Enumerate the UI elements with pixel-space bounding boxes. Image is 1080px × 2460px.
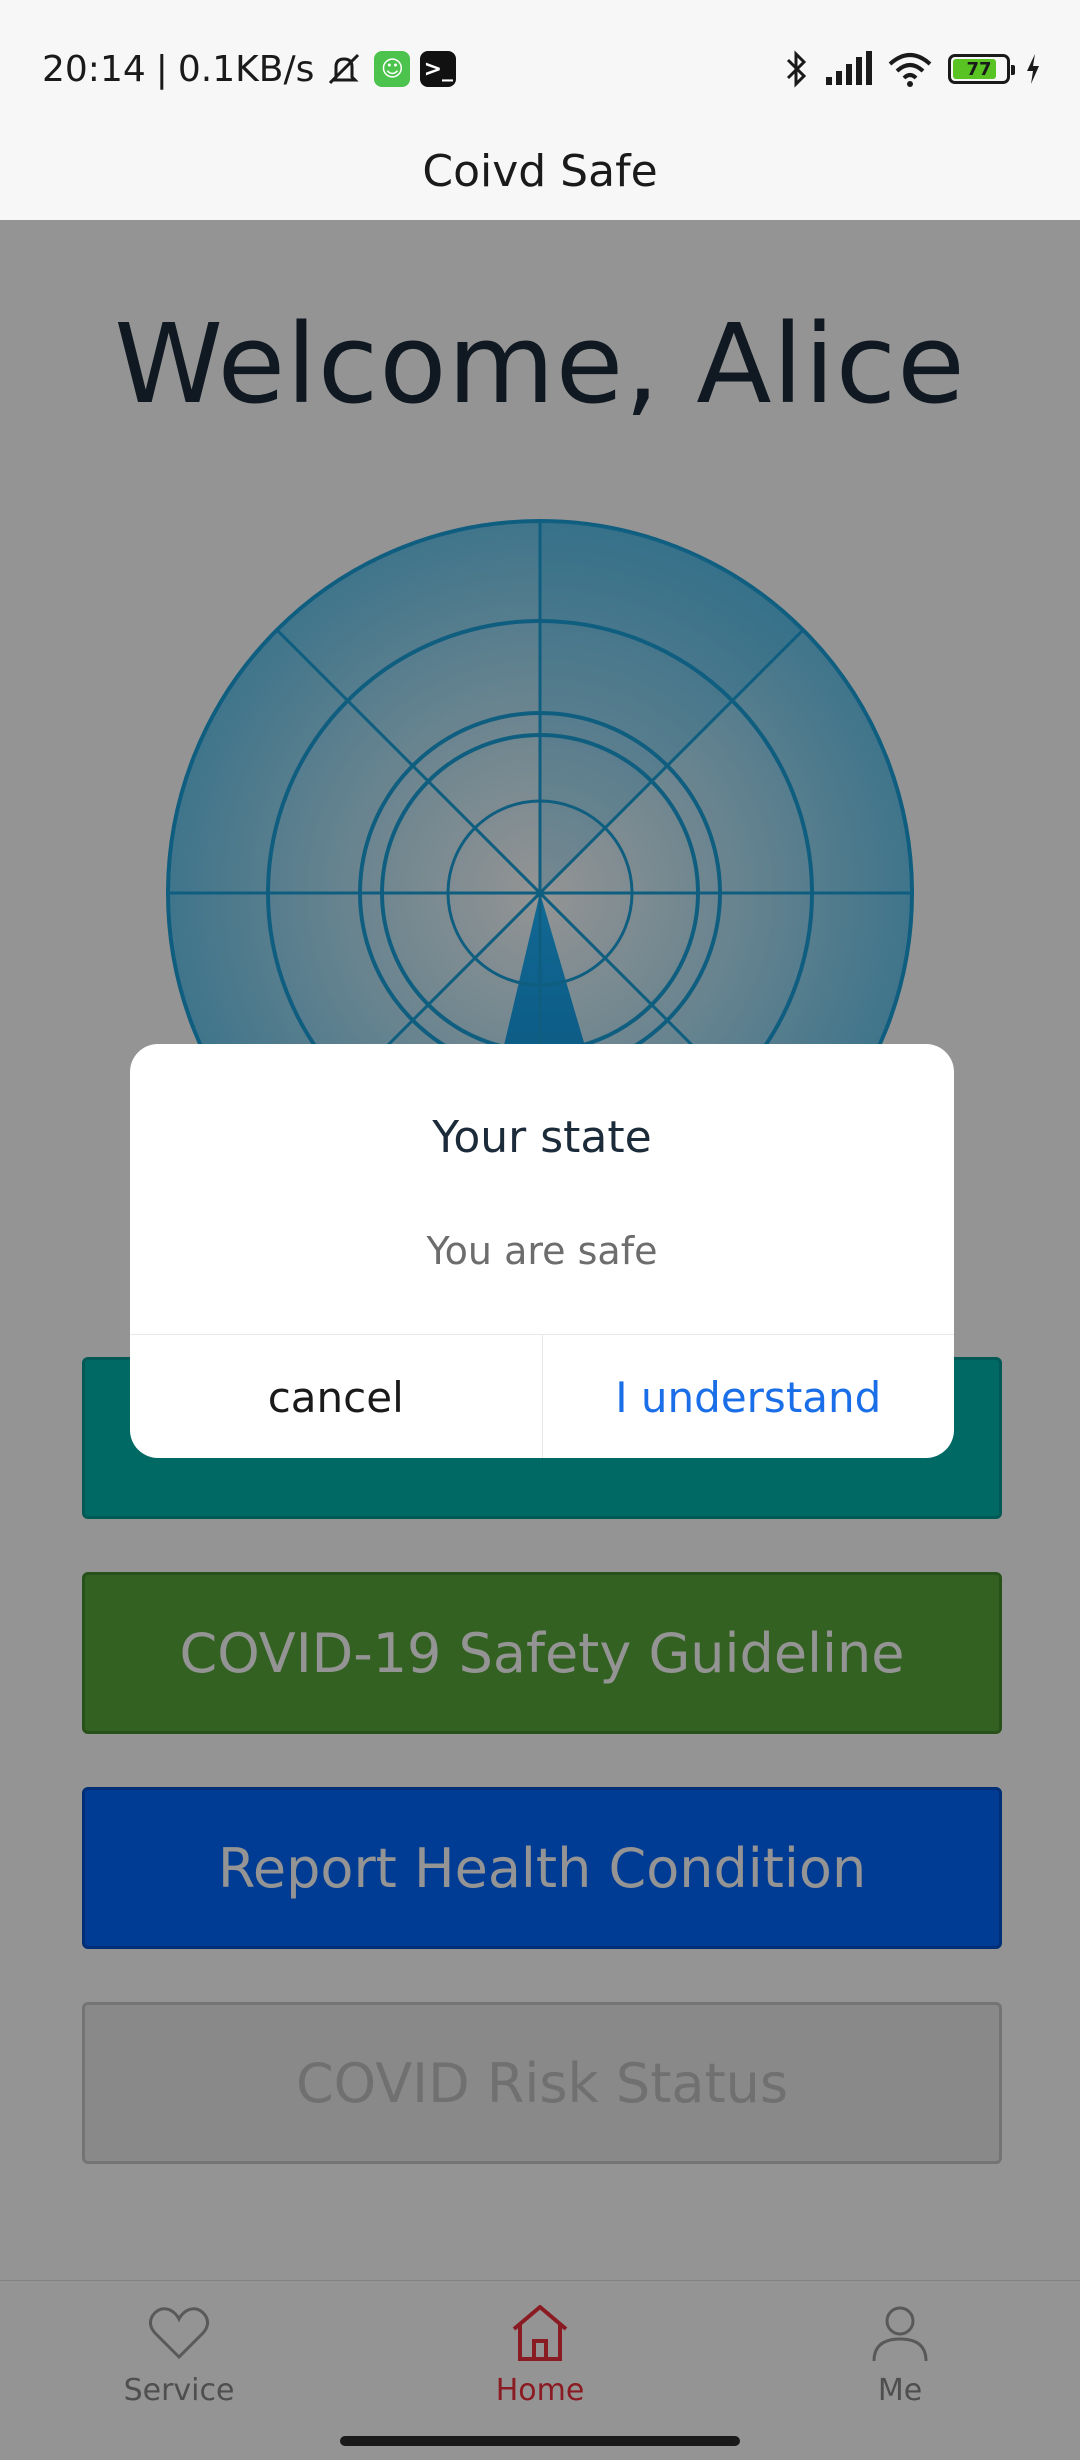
- battery-level-text: 77: [966, 58, 992, 80]
- app-title: Coivd Safe: [422, 145, 658, 197]
- understand-button[interactable]: I understand: [543, 1335, 955, 1458]
- status-right: 77: [784, 44, 1042, 94]
- battery-nub: [1011, 65, 1015, 75]
- wifi-icon: [888, 53, 932, 87]
- status-time: 20:14: [42, 48, 146, 90]
- charging-icon: [1027, 54, 1039, 84]
- dialog-title: Your state: [432, 1112, 652, 1163]
- status-separator: |: [155, 48, 168, 90]
- battery-icon: 77: [948, 54, 1015, 84]
- dialog-actions: cancel I understand: [130, 1334, 954, 1458]
- status-bar: 20:14 | 0.1KB/s ☺ >_ 77: [0, 0, 1080, 135]
- terminal-icon: >_: [420, 51, 457, 87]
- home-indicator[interactable]: [340, 2436, 740, 2446]
- mute-icon: [329, 53, 360, 85]
- dialog-message: You are safe: [426, 1229, 658, 1273]
- signal-icon: [826, 51, 872, 85]
- cancel-button[interactable]: cancel: [130, 1335, 543, 1458]
- status-speed: 0.1KB/s: [177, 48, 315, 90]
- status-left: 20:14 | 0.1KB/s ☺ >_: [42, 44, 457, 94]
- app-chip-icon: ☺: [374, 51, 411, 87]
- bluetooth-icon: [786, 50, 807, 88]
- state-dialog: Your state You are safe cancel I underst…: [130, 1044, 954, 1458]
- app-header: Coivd Safe: [0, 122, 1080, 220]
